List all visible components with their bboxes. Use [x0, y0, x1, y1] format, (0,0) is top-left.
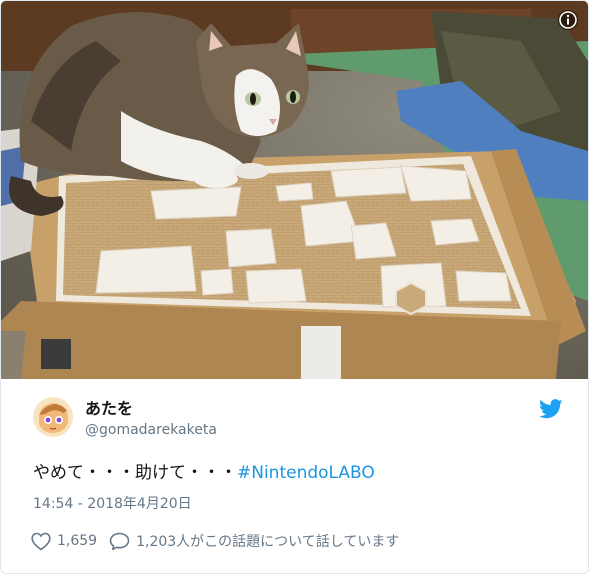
- avatar[interactable]: [33, 397, 73, 437]
- tweet-header: あたを @gomadarekaketa: [33, 397, 563, 445]
- twitter-bird-icon[interactable]: [539, 399, 563, 419]
- info-icon: [559, 11, 577, 29]
- tweet-actions: 1,659 1,203人がこの話題について話しています: [31, 530, 399, 552]
- talking-count-text: 1,203人がこの話題について話しています: [136, 534, 400, 550]
- cat-on-cardboard-photo: [1, 1, 588, 379]
- speech-bubble-icon: [109, 532, 130, 550]
- tweet-photo[interactable]: [1, 1, 588, 379]
- tweet-timestamp[interactable]: 14:54 - 2018年4月20日: [33, 494, 192, 514]
- tweet-text-body: やめて・・・助けて・・・: [33, 463, 237, 483]
- info-button[interactable]: [558, 10, 578, 30]
- conversation-link[interactable]: 1,203人がこの話題について話しています: [109, 531, 399, 551]
- hashtag-link[interactable]: #NintendoLABO: [237, 463, 375, 483]
- tweet-card: あたを @gomadarekaketa やめて・・・助けて・・・#Nintend…: [0, 0, 589, 574]
- like-count: 1,659: [57, 533, 98, 549]
- avatar-image: [33, 397, 73, 437]
- author-name[interactable]: あたを: [85, 399, 133, 419]
- like-button[interactable]: 1,659: [31, 532, 97, 551]
- heart-icon: [31, 532, 51, 551]
- author-handle[interactable]: @gomadarekaketa: [85, 421, 217, 439]
- tweet-text: やめて・・・助けて・・・#NintendoLABO: [33, 461, 375, 485]
